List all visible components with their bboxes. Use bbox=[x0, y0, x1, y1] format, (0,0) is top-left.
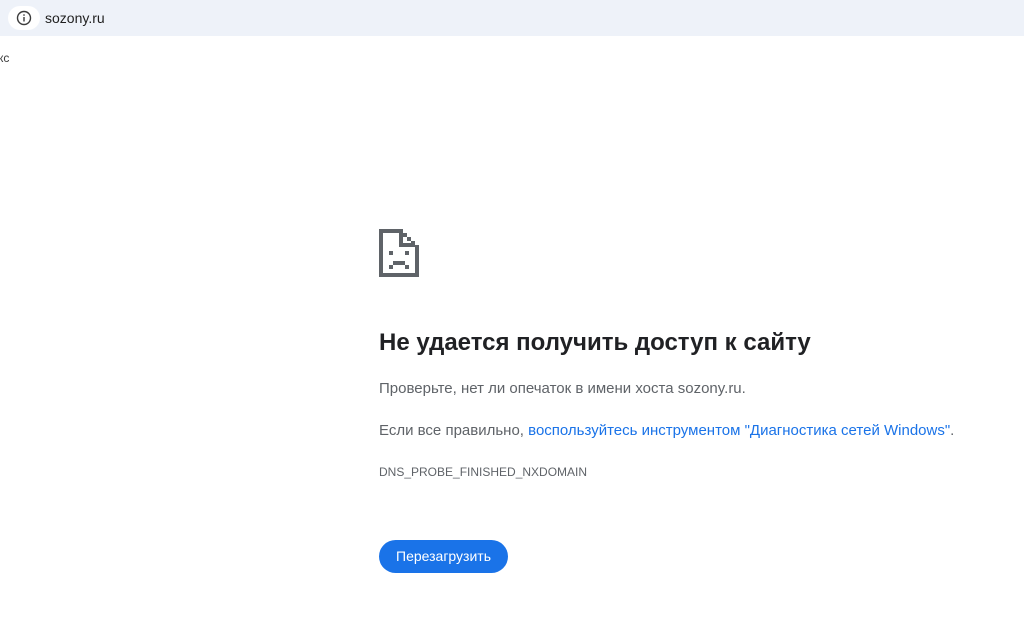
bookmark-item-fragment[interactable]: кс bbox=[0, 51, 9, 65]
error-title: Не удается получить доступ к сайту bbox=[379, 329, 811, 356]
diagnostics-hint: Если все правильно, воспользуйтесь инстр… bbox=[379, 421, 954, 441]
typo-hint: Проверьте, нет ли опечаток в имени хоста… bbox=[379, 380, 746, 397]
reload-button[interactable]: Перезагрузить bbox=[379, 540, 508, 573]
address-bar[interactable]: sozony.ru bbox=[0, 0, 1024, 36]
network-diagnostics-link[interactable]: воспользуйтесь инструментом "Диагностика… bbox=[528, 422, 950, 439]
url-text[interactable]: sozony.ru bbox=[45, 9, 105, 27]
diagnostics-hint-suffix: . bbox=[950, 422, 955, 439]
error-code: DNS_PROBE_FINISHED_NXDOMAIN bbox=[379, 465, 588, 479]
sad-document-icon bbox=[379, 229, 419, 277]
info-circle-icon[interactable] bbox=[8, 6, 40, 30]
diagnostics-hint-prefix: Если все правильно, bbox=[379, 422, 529, 439]
